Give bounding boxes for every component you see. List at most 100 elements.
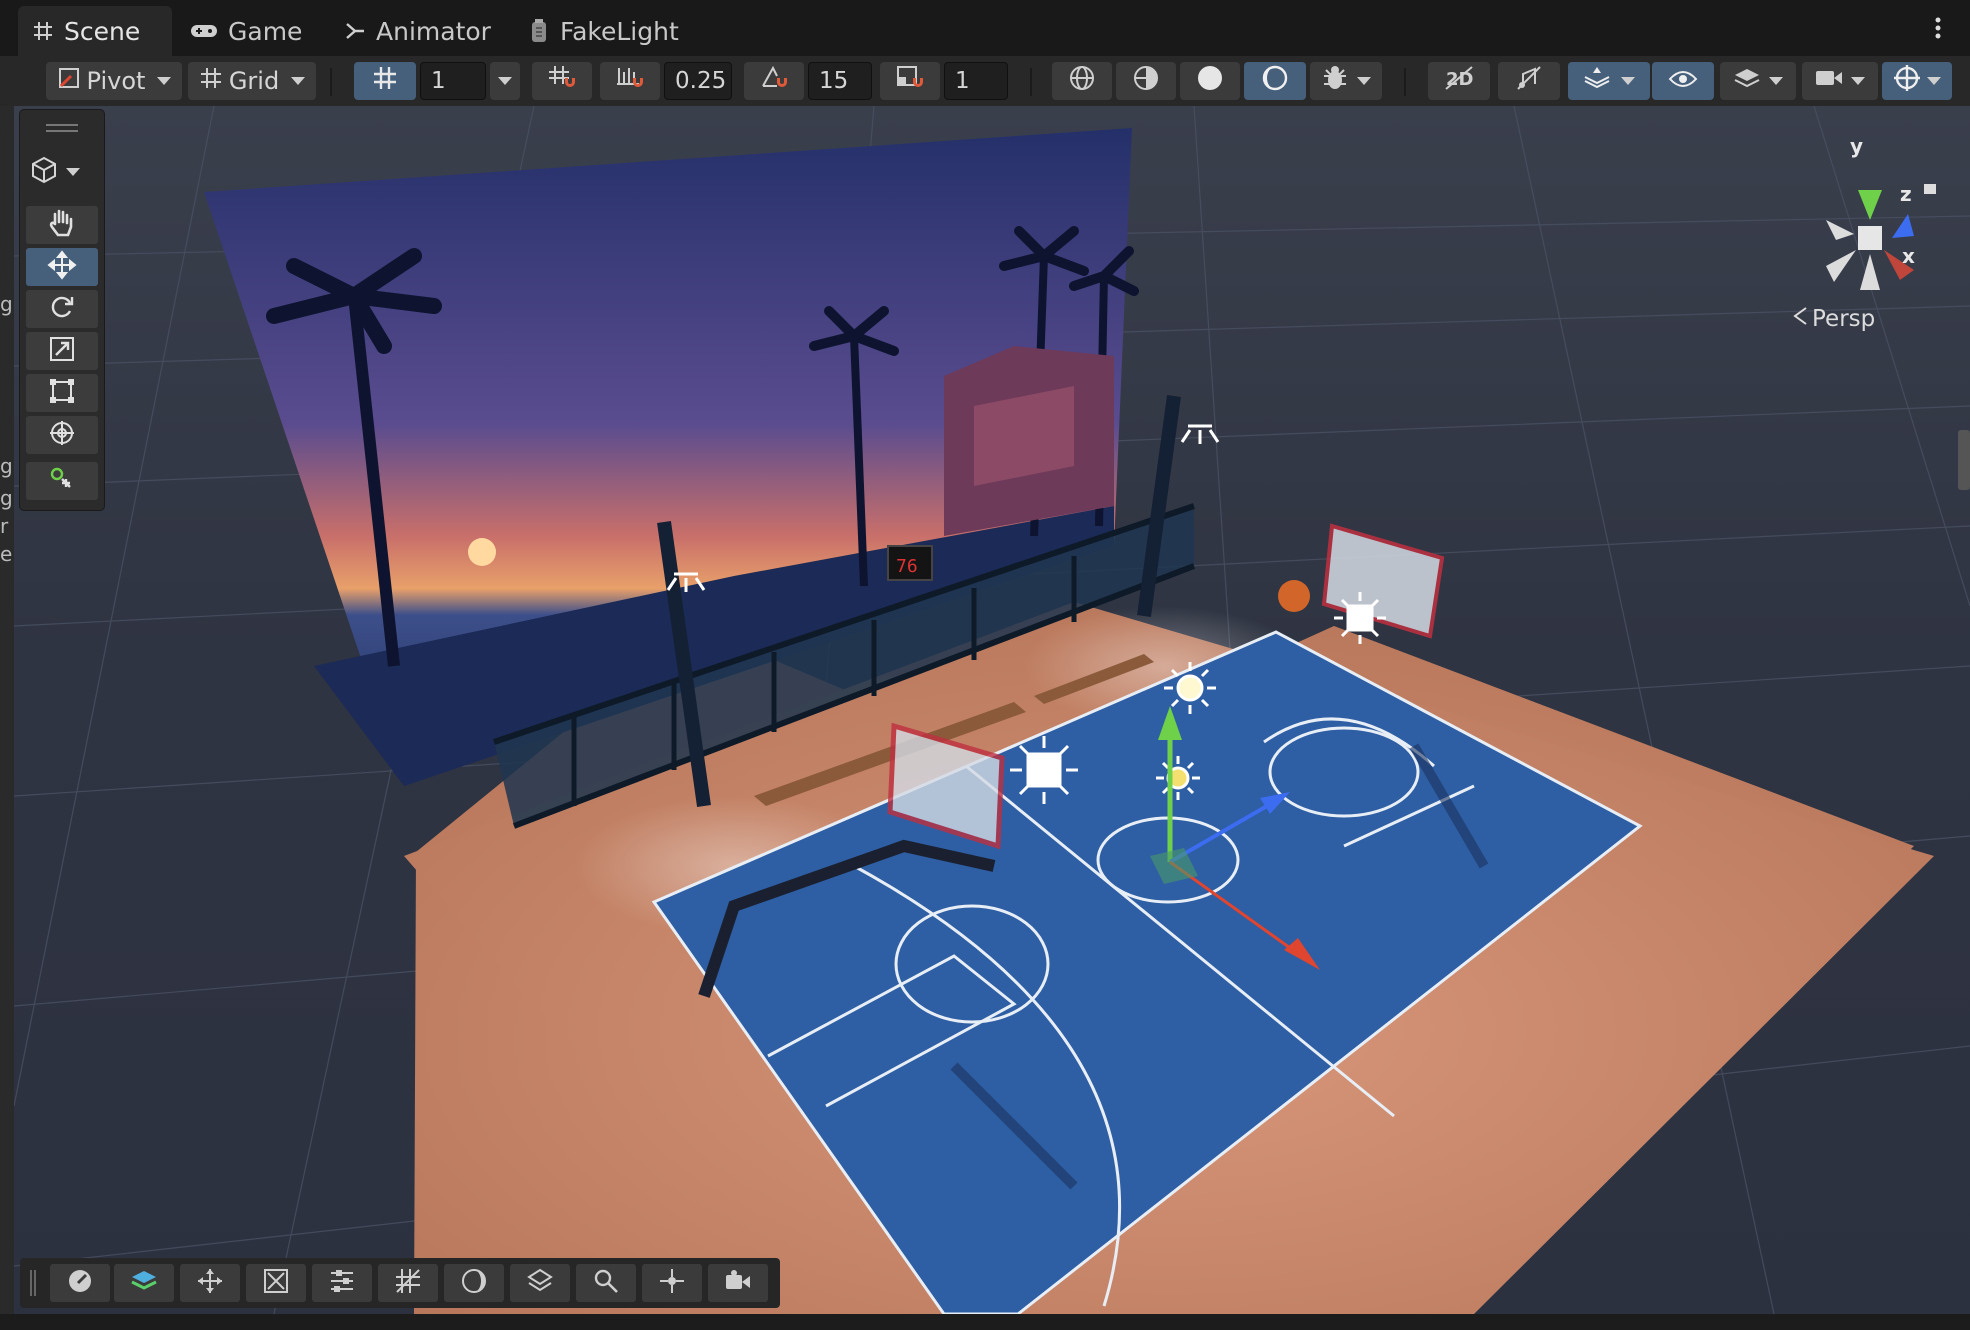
sliders-icon xyxy=(328,1267,356,1299)
mesh-overlay-button[interactable] xyxy=(510,1264,570,1302)
shaded-wireframe-button[interactable] xyxy=(1116,62,1176,100)
axis-z-cone[interactable] xyxy=(1892,214,1914,238)
wireframe-mode-button[interactable] xyxy=(1052,62,1112,100)
shaded-mode-button[interactable] xyxy=(1180,62,1240,100)
audio-mute-icon xyxy=(1515,64,1543,98)
tab-animator[interactable]: Animator xyxy=(330,6,500,56)
grid-size-field[interactable]: 1 xyxy=(420,62,486,100)
grid-visibility-toggle[interactable] xyxy=(354,62,416,100)
orientation-icon xyxy=(66,1267,94,1299)
tab-label: Game xyxy=(228,16,303,46)
vertical-scrollbar[interactable] xyxy=(1958,430,1970,490)
layers-overlay-button[interactable] xyxy=(114,1264,174,1302)
pivot-dropdown[interactable]: Pivot xyxy=(46,62,182,100)
grid-dropdown[interactable]: Grid xyxy=(188,62,316,100)
layers-dropdown[interactable] xyxy=(1720,62,1796,100)
grid-snap-overlay-button[interactable] xyxy=(378,1264,438,1302)
axis-neg-y-cone[interactable] xyxy=(1860,254,1880,290)
hand-icon xyxy=(48,208,76,242)
chevron-left-icon xyxy=(1792,306,1808,332)
sliders-overlay-button[interactable] xyxy=(312,1264,372,1302)
lit-sphere-icon xyxy=(1261,64,1289,98)
camera-overlay-button[interactable] xyxy=(708,1264,768,1302)
scale-tool-button[interactable] xyxy=(26,332,98,370)
animator-icon xyxy=(344,20,366,42)
chevron-down-icon xyxy=(291,77,306,85)
move-snap-toggle[interactable] xyxy=(532,62,592,100)
more-options-icon[interactable] xyxy=(1934,16,1942,40)
gamepad-icon xyxy=(190,22,218,40)
chevron-down-icon xyxy=(498,77,512,85)
custom-tool-button[interactable] xyxy=(26,462,98,500)
ruler-snap-icon xyxy=(615,64,645,98)
drag-handle[interactable] xyxy=(46,124,78,126)
scale-snap-toggle[interactable] xyxy=(880,62,940,100)
wireframe-sphere-icon xyxy=(1068,64,1096,98)
move-snap-value: 0.25 xyxy=(675,68,727,94)
scene-toolbar: Pivot Grid 1 0.25 15 1 2D xyxy=(0,56,1970,106)
spotlight-gizmo xyxy=(1180,424,1220,444)
scale-overlay-button[interactable] xyxy=(246,1264,306,1302)
tab-scene[interactable]: Scene xyxy=(18,6,172,56)
scale-snap-field[interactable]: 1 xyxy=(944,62,1008,100)
debug-draw-dropdown[interactable] xyxy=(1310,62,1382,100)
move-snap-field[interactable]: 0.25 xyxy=(664,62,732,100)
rotate-snap-icon xyxy=(759,64,789,98)
gizmos-dropdown[interactable] xyxy=(1882,62,1952,100)
rotate-tool-button[interactable] xyxy=(26,290,98,328)
scale-snap-icon xyxy=(895,64,925,98)
light-gizmo xyxy=(1010,736,1078,804)
move-tool-button[interactable] xyxy=(26,248,98,286)
toolbar-separator xyxy=(1404,68,1406,96)
2d-toggle[interactable]: 2D xyxy=(1428,62,1490,100)
transform-icon xyxy=(48,419,76,451)
axis-neg-z-cone[interactable] xyxy=(1826,220,1854,240)
move-icon xyxy=(196,1267,224,1299)
rect-tool-button[interactable] xyxy=(26,374,98,412)
hand-tool-button[interactable] xyxy=(26,206,98,244)
scene-viewport[interactable]: 76 y z x xyxy=(14,106,1970,1314)
axis-neg-x-cone[interactable] xyxy=(1826,250,1856,282)
gizmo-center-cube[interactable] xyxy=(1858,226,1882,250)
chevron-down-icon xyxy=(157,77,172,85)
gizmo-globe-icon xyxy=(1893,64,1921,98)
camera-settings-dropdown[interactable] xyxy=(1802,62,1878,100)
lit-mode-button[interactable] xyxy=(1244,62,1306,100)
projection-toggle[interactable]: Persp xyxy=(1792,306,1875,332)
navigation-icon xyxy=(658,1267,686,1299)
chevron-down-icon xyxy=(1851,77,1865,85)
effects-dropdown[interactable] xyxy=(1568,62,1650,100)
rotate-snap-field[interactable]: 15 xyxy=(808,62,872,100)
axis-y-cone[interactable] xyxy=(1858,190,1882,220)
tab-game[interactable]: Game xyxy=(176,6,316,56)
orientation-overlay-button[interactable] xyxy=(50,1264,110,1302)
search-overlay-button[interactable] xyxy=(576,1264,636,1302)
basketball xyxy=(1278,580,1310,612)
rotate-snap-toggle[interactable] xyxy=(744,62,804,100)
axis-y-label: y xyxy=(1850,134,1864,158)
cut-off-text: e xyxy=(0,542,13,566)
increment-snap-toggle[interactable] xyxy=(600,62,660,100)
tab-label: Animator xyxy=(376,16,491,46)
grid-label: Grid xyxy=(228,67,280,95)
projection-label: Persp xyxy=(1812,306,1876,332)
grid-size-dropdown[interactable] xyxy=(490,62,520,100)
lock-icon[interactable] xyxy=(1924,184,1936,194)
light-probe-overlay-button[interactable] xyxy=(444,1264,504,1302)
view-options-dropdown[interactable] xyxy=(30,156,80,188)
adjacent-panel-edge: gl gl gl r e xyxy=(0,106,18,1314)
tool-palette xyxy=(20,110,104,510)
chevron-down-icon xyxy=(1621,77,1635,85)
move-snap-icon xyxy=(547,64,577,98)
drag-handle[interactable] xyxy=(30,1270,32,1296)
tab-label: FakeLight xyxy=(560,16,679,46)
scene-visibility-toggle[interactable] xyxy=(1652,62,1714,100)
pivot-icon xyxy=(57,66,81,96)
audio-toggle[interactable] xyxy=(1498,62,1560,100)
navigation-overlay-button[interactable] xyxy=(642,1264,702,1302)
move-arrows-icon xyxy=(47,250,77,284)
transform-tool-button[interactable] xyxy=(26,416,98,454)
tab-label: Scene xyxy=(64,16,141,46)
tab-fakelight[interactable]: FakeLight xyxy=(514,6,694,56)
move-overlay-button[interactable] xyxy=(180,1264,240,1302)
